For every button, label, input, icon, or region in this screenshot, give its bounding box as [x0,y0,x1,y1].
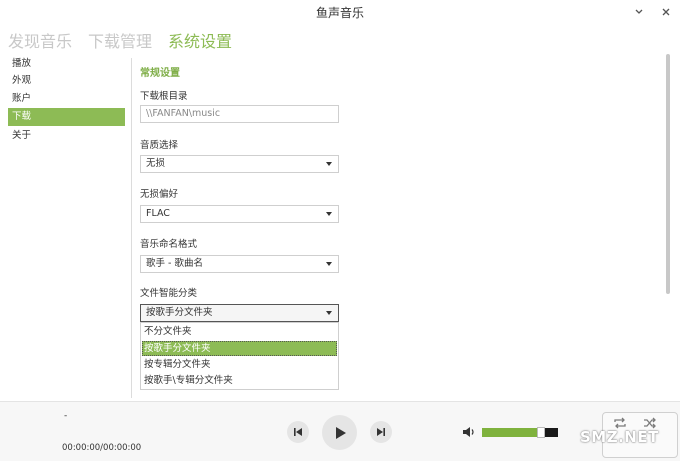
quality-label: 音质选择 [140,140,179,151]
play-icon [335,426,346,439]
volume-icon[interactable] [462,425,476,439]
naming-label: 音乐命名格式 [140,239,198,250]
chevron-down-icon [326,262,332,266]
volume-handle[interactable] [537,427,545,438]
dropdown-option[interactable]: 不分文件夹 [142,324,337,339]
download-root-input[interactable]: \\FANFAN\music [140,105,339,123]
chevron-down-icon [326,311,332,315]
skip-previous-icon [294,428,302,436]
classify-label: 文件智能分类 [140,288,198,299]
dropdown-option[interactable]: 按专辑分文件夹 [142,357,337,372]
naming-select-value: 歌手 - 歌曲名 [146,258,203,269]
tab-discover-music[interactable]: 发现音乐 [8,28,72,52]
settings-sidebar: 播放 外观 账户 下载 关于 [0,52,128,398]
chevron-down-icon [326,212,332,216]
quality-select-value: 无损 [146,158,166,169]
lossless-pref-label: 无损偏好 [140,189,179,200]
title-bar: 鱼声音乐 [0,0,680,26]
download-root-label: 下载根目录 [140,91,188,102]
classify-select-value: 按歌手分文件夹 [146,307,213,318]
chevron-down-icon [326,162,332,166]
lossless-pref-select[interactable]: FLAC [140,205,339,223]
play-button[interactable] [322,415,357,450]
dropdown-option[interactable]: 按歌手\专辑分文件夹 [142,373,337,388]
tab-system-settings[interactable]: 系统设置 [168,28,232,52]
quality-select[interactable]: 无损 [140,155,339,173]
next-button[interactable] [370,421,392,443]
classify-dropdown: 不分文件夹 按歌手分文件夹 按专辑分文件夹 按歌手\专辑分文件夹 [140,322,339,390]
watermark-text: SMZ.NET [580,428,659,446]
settings-content: 常规设置 下载根目录 \\FANFAN\music 音质选择 无损 无损偏好 F… [132,52,662,398]
skip-next-icon [377,428,385,436]
scrollbar-thumb[interactable] [666,54,670,294]
sidebar-item-playback[interactable]: 播放 [8,55,125,73]
naming-select[interactable]: 歌手 - 歌曲名 [140,255,339,273]
sidebar-item-about[interactable]: 关于 [8,127,125,145]
volume-slider[interactable] [482,428,558,437]
previous-button[interactable] [287,421,309,443]
minimize-icon [635,9,643,14]
tab-download-manager[interactable]: 下载管理 [88,28,152,52]
playback-time: 00:00:00/00:00:00 [62,443,142,453]
sidebar-item-appearance[interactable]: 外观 [8,72,125,90]
window-title: 鱼声音乐 [315,6,364,20]
section-title: 常规设置 [140,68,180,79]
minimize-button[interactable] [629,2,649,22]
dropdown-option[interactable]: 按歌手分文件夹 [142,341,337,356]
player-bar: - 00:00:00/00:00:00 [0,401,680,461]
sidebar-item-account[interactable]: 账户 [8,90,125,108]
volume-fill [482,428,541,437]
lossless-pref-select-value: FLAC [146,208,170,219]
song-title: - [64,411,68,421]
top-navigation: 发现音乐 下载管理 系统设置 [8,28,232,52]
close-icon [662,8,670,16]
sidebar-item-download[interactable]: 下载 [8,108,125,126]
close-button[interactable] [656,2,676,22]
classify-select[interactable]: 按歌手分文件夹 [140,304,339,322]
